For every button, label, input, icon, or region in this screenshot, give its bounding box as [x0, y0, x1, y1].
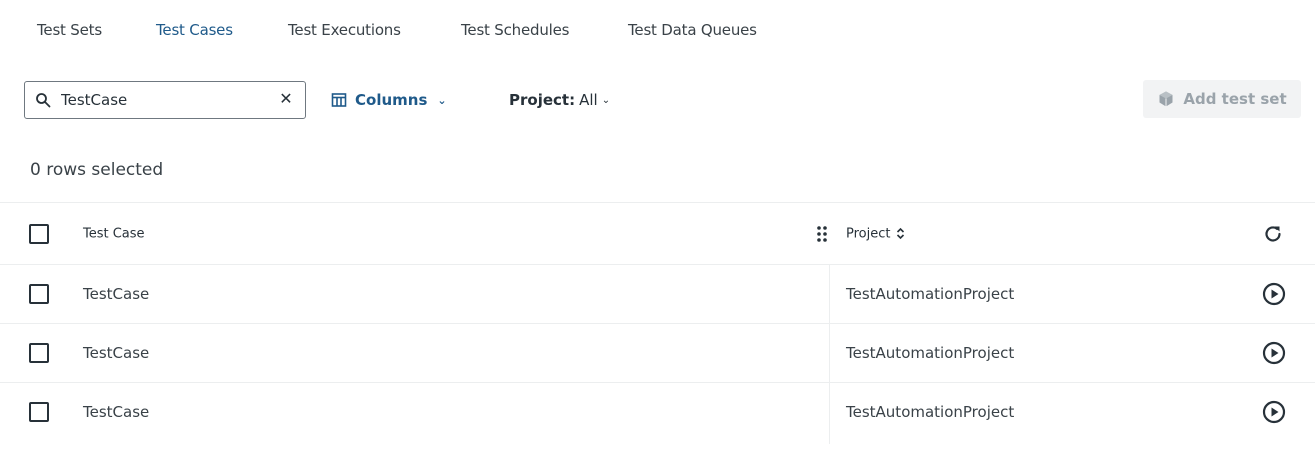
tab-test-executions[interactable]: Test Executions	[288, 21, 401, 39]
project-filter[interactable]: Project: All ⌄	[509, 88, 610, 112]
tab-test-schedules[interactable]: Test Schedules	[461, 21, 569, 39]
chevron-down-icon: ⌄	[601, 94, 611, 106]
column-divider	[829, 264, 830, 444]
row-checkbox[interactable]	[29, 343, 49, 363]
test-case-name: TestCase	[83, 344, 150, 362]
test-case-project: TestAutomationProject	[846, 285, 1015, 303]
table-row[interactable]: TestCase TestAutomationProject	[0, 382, 1315, 441]
test-case-name: TestCase	[83, 403, 150, 421]
project-filter-value: All	[579, 91, 598, 109]
column-header-project-label: Project	[846, 226, 891, 241]
add-test-set-label: Add test set	[1183, 90, 1287, 108]
drag-handle-icon[interactable]	[815, 224, 829, 244]
table-row[interactable]: TestCase TestAutomationProject	[0, 264, 1315, 323]
row-checkbox[interactable]	[29, 402, 49, 422]
project-filter-label: Project:	[509, 91, 576, 109]
search-box: ✕	[24, 81, 306, 119]
table-header-row: Test Case Project	[0, 202, 1315, 264]
refresh-icon[interactable]	[1262, 223, 1284, 245]
test-cases-table: Test Case Project TestCase TestAutomatio…	[0, 202, 1315, 441]
chevron-down-icon: ⌄	[437, 93, 447, 107]
columns-button[interactable]: Columns ⌄	[331, 88, 447, 112]
column-header-project[interactable]: Project	[846, 226, 905, 241]
run-icon[interactable]	[1262, 400, 1286, 424]
run-icon[interactable]	[1262, 341, 1286, 365]
row-checkbox[interactable]	[29, 284, 49, 304]
rows-selected-count: 0 rows selected	[30, 160, 164, 180]
sort-icon	[897, 227, 905, 240]
add-test-set-button[interactable]: Add test set	[1143, 80, 1301, 118]
column-header-test-case[interactable]: Test Case	[83, 226, 145, 241]
cube-icon	[1159, 91, 1173, 107]
table-row[interactable]: TestCase TestAutomationProject	[0, 323, 1315, 382]
tab-test-data-queues[interactable]: Test Data Queues	[628, 21, 757, 39]
test-case-name: TestCase	[83, 285, 150, 303]
search-input[interactable]	[61, 88, 261, 112]
search-icon	[36, 93, 51, 108]
test-case-project: TestAutomationProject	[846, 344, 1015, 362]
test-case-project: TestAutomationProject	[846, 403, 1015, 421]
select-all-checkbox[interactable]	[29, 223, 49, 244]
tab-test-cases[interactable]: Test Cases	[156, 21, 233, 39]
tab-test-sets[interactable]: Test Sets	[37, 21, 102, 39]
columns-icon	[331, 93, 347, 107]
close-icon[interactable]: ✕	[277, 90, 295, 108]
tab-bar: Test Sets Test Cases Test Executions Tes…	[0, 0, 1315, 62]
run-icon[interactable]	[1262, 282, 1286, 306]
columns-label: Columns	[355, 91, 428, 109]
